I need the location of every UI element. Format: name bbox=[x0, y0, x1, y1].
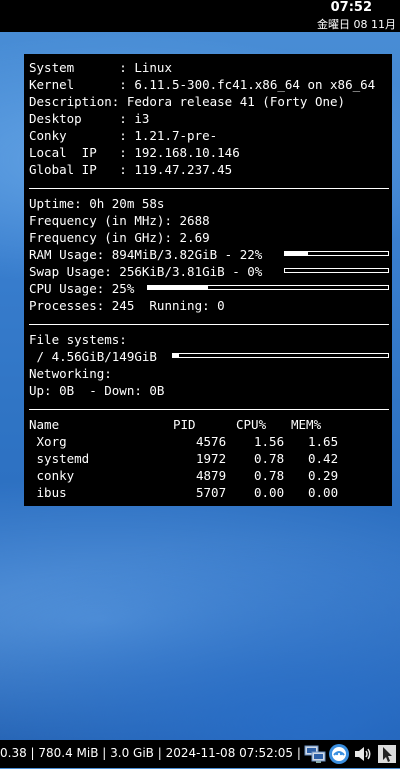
process-mem: 0.29 bbox=[308, 468, 339, 483]
cpu-usage-bar-fill bbox=[148, 286, 208, 289]
freq-mhz-line: Frequency (in MHz): 2688 bbox=[29, 213, 210, 228]
col-header-name: Name bbox=[29, 417, 60, 432]
process-cpu: 0.00 bbox=[254, 485, 285, 500]
process-pid: 4879 bbox=[196, 468, 227, 483]
network-icon[interactable] bbox=[304, 743, 326, 769]
process-cpu: 0.78 bbox=[254, 468, 285, 483]
swap-usage-bar bbox=[284, 268, 389, 273]
description-line: Description: Fedora release 41 (Forty On… bbox=[29, 94, 346, 109]
process-pid: 5707 bbox=[196, 485, 227, 500]
ram-usage-bar bbox=[284, 251, 389, 256]
process-name: conky bbox=[29, 468, 75, 483]
process-mem: 0.00 bbox=[308, 485, 339, 500]
clock-date[interactable]: 金曜日 08 11月 bbox=[317, 16, 396, 32]
top-bar: 07:52 金曜日 08 11月 bbox=[0, 0, 400, 32]
conky-panel: System : Linux Kernel : 6.11.5-300.fc41.… bbox=[24, 54, 392, 506]
status-bar: 0.38 | 780.4 MiB | 3.0 GiB | 2024-11-08 … bbox=[0, 740, 400, 768]
process-name: Xorg bbox=[29, 434, 67, 449]
uptime-line: Uptime: 0h 20m 58s bbox=[29, 196, 165, 211]
net-header: Networking: bbox=[29, 366, 112, 381]
desktop-line: Desktop : i3 bbox=[29, 111, 150, 126]
process-pid: 1972 bbox=[196, 451, 227, 466]
process-cpu: 1.56 bbox=[254, 434, 285, 449]
fs-root-line: / 4.56GiB/149GiB bbox=[29, 349, 157, 364]
local-ip-line: Local IP : 192.168.10.146 bbox=[29, 145, 240, 160]
fs-root-bar bbox=[172, 353, 389, 358]
divider bbox=[29, 188, 389, 189]
cpu-usage-bar bbox=[147, 285, 389, 290]
col-header-mem: MEM% bbox=[291, 417, 322, 432]
fs-header: File systems: bbox=[29, 332, 127, 347]
net-speed-line: Up: 0B - Down: 0B bbox=[29, 383, 165, 398]
system-line: System : Linux bbox=[29, 60, 172, 75]
cursor-app-icon[interactable] bbox=[376, 743, 398, 769]
kernel-line: Kernel : 6.11.5-300.fc41.x86_64 on x86_6… bbox=[29, 77, 376, 92]
input-method-icon[interactable] bbox=[328, 743, 350, 769]
cpu-usage-line: CPU Usage: 25% bbox=[29, 281, 135, 296]
divider bbox=[29, 409, 389, 410]
divider bbox=[29, 324, 389, 325]
process-cpu: 0.78 bbox=[254, 451, 285, 466]
status-text: 0.38 | 780.4 MiB | 3.0 GiB | 2024-11-08 … bbox=[0, 746, 301, 760]
ram-usage-bar-fill bbox=[285, 252, 308, 255]
col-header-cpu: CPU% bbox=[236, 417, 267, 432]
process-name: ibus bbox=[29, 485, 67, 500]
process-name: systemd bbox=[29, 451, 90, 466]
ram-usage-line: RAM Usage: 894MiB/3.82GiB - 22% bbox=[29, 247, 263, 262]
conky-version-line: Conky : 1.21.7-pre- bbox=[29, 128, 218, 143]
swap-usage-line: Swap Usage: 256KiB/3.81GiB - 0% bbox=[29, 264, 263, 279]
processes-line: Processes: 245 Running: 0 bbox=[29, 298, 225, 313]
volume-icon[interactable] bbox=[352, 743, 374, 769]
clock-time[interactable]: 07:52 bbox=[331, 0, 372, 15]
process-mem: 1.65 bbox=[308, 434, 339, 449]
process-pid: 4576 bbox=[196, 434, 227, 449]
global-ip-line: Global IP : 119.47.237.45 bbox=[29, 162, 233, 177]
fs-root-bar-fill bbox=[173, 354, 180, 357]
freq-ghz-line: Frequency (in GHz): 2.69 bbox=[29, 230, 210, 245]
col-header-pid: PID bbox=[173, 417, 196, 432]
process-mem: 0.42 bbox=[308, 451, 339, 466]
